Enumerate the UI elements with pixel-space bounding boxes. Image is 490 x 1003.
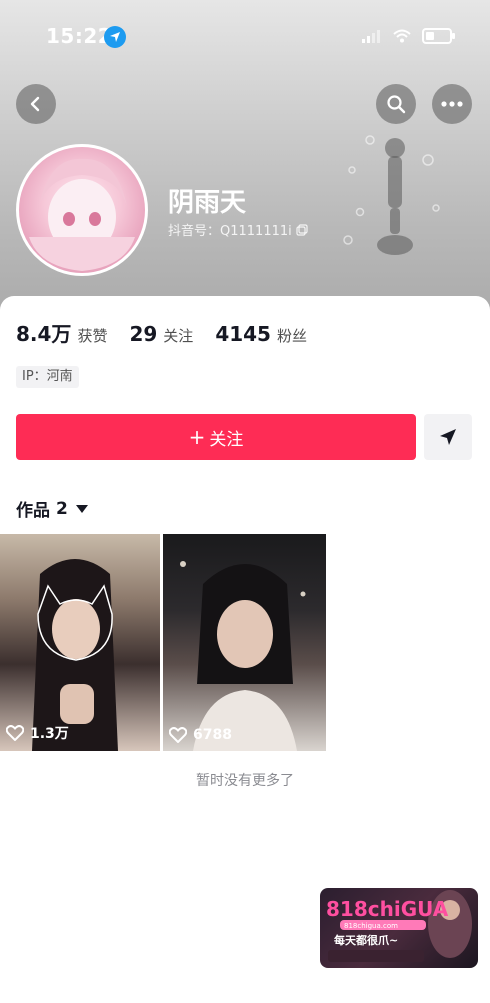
like-count: 1.3万	[6, 723, 69, 743]
back-button[interactable]	[16, 84, 56, 124]
copy-icon[interactable]	[296, 223, 308, 236]
wifi-icon	[393, 29, 411, 43]
status-bar: 15:22	[0, 20, 490, 56]
avatar[interactable]	[16, 144, 148, 276]
more-icon	[441, 101, 463, 107]
works-tab-label: 作品	[16, 501, 50, 521]
signal-icon	[362, 30, 380, 43]
watermark-slogan-text: 每天都很爪~	[334, 933, 398, 947]
send-message-button[interactable]	[424, 414, 472, 460]
chevron-down-icon	[75, 504, 88, 513]
video-thumbnail[interactable]: 6788	[163, 534, 326, 751]
stat-likes-value: 8.4万	[16, 322, 72, 346]
follow-button[interactable]: + 关注	[16, 414, 416, 460]
battery-level	[426, 32, 434, 40]
profile-stats: 8.4万 获赞 29 关注 4145 粉丝	[16, 318, 329, 347]
no-more-content-text: 暂时没有更多了	[196, 773, 294, 789]
like-count-value: 1.3万	[30, 726, 69, 742]
ip-location-tag: IP：河南	[16, 366, 79, 388]
avatar-illustration	[29, 158, 135, 271]
follow-plus-symbol: +	[188, 425, 206, 449]
works-count: 2	[56, 498, 68, 519]
stat-following-label: 关注	[163, 327, 194, 345]
send-icon	[440, 429, 456, 445]
watermark-logo-text: 818chiGUA	[326, 897, 449, 921]
like-count: 6788	[169, 727, 232, 743]
follow-button-label: 关注	[209, 429, 244, 450]
watermark-site-text: 818chigua.com	[344, 922, 398, 930]
profile-nickname: 阴雨天	[168, 188, 247, 218]
location-arrow-icon	[104, 26, 126, 48]
search-button[interactable]	[376, 84, 416, 124]
stat-likes: 8.4万 获赞	[16, 318, 107, 347]
video-thumbnail[interactable]: 1.3万	[0, 534, 160, 751]
stat-followers-label: 粉丝	[276, 327, 307, 345]
more-button[interactable]	[432, 84, 472, 124]
status-time: 15:22	[46, 24, 113, 48]
video-thumbnail-image	[180, 561, 306, 751]
stat-following-value: 29	[129, 322, 158, 346]
heart-icon	[6, 725, 24, 741]
stat-followers[interactable]: 4145 粉丝	[215, 322, 307, 346]
watermark-logo: 818chiGUA 818chigua.com 每天都很爪~	[326, 890, 472, 962]
battery-icon	[422, 28, 455, 44]
stat-likes-label: 获赞	[77, 327, 108, 345]
status-indicators	[362, 28, 455, 44]
heart-icon	[169, 727, 187, 743]
site-watermark: 818chiGUA 818chigua.com 每天都很爪~	[320, 888, 478, 968]
stat-following[interactable]: 29 关注	[129, 322, 193, 346]
search-icon	[387, 95, 406, 114]
video-thumbnail-image	[32, 559, 118, 751]
douyin-id-text: 抖音号：Q1111111i	[168, 224, 292, 239]
douyin-id[interactable]: 抖音号：Q1111111i	[168, 220, 308, 239]
stat-followers-value: 4145	[215, 322, 271, 346]
back-icon	[30, 96, 40, 112]
header-decoration	[343, 135, 440, 255]
works-tab[interactable]: 作品 2	[16, 496, 88, 521]
like-count-value: 6788	[193, 727, 232, 743]
